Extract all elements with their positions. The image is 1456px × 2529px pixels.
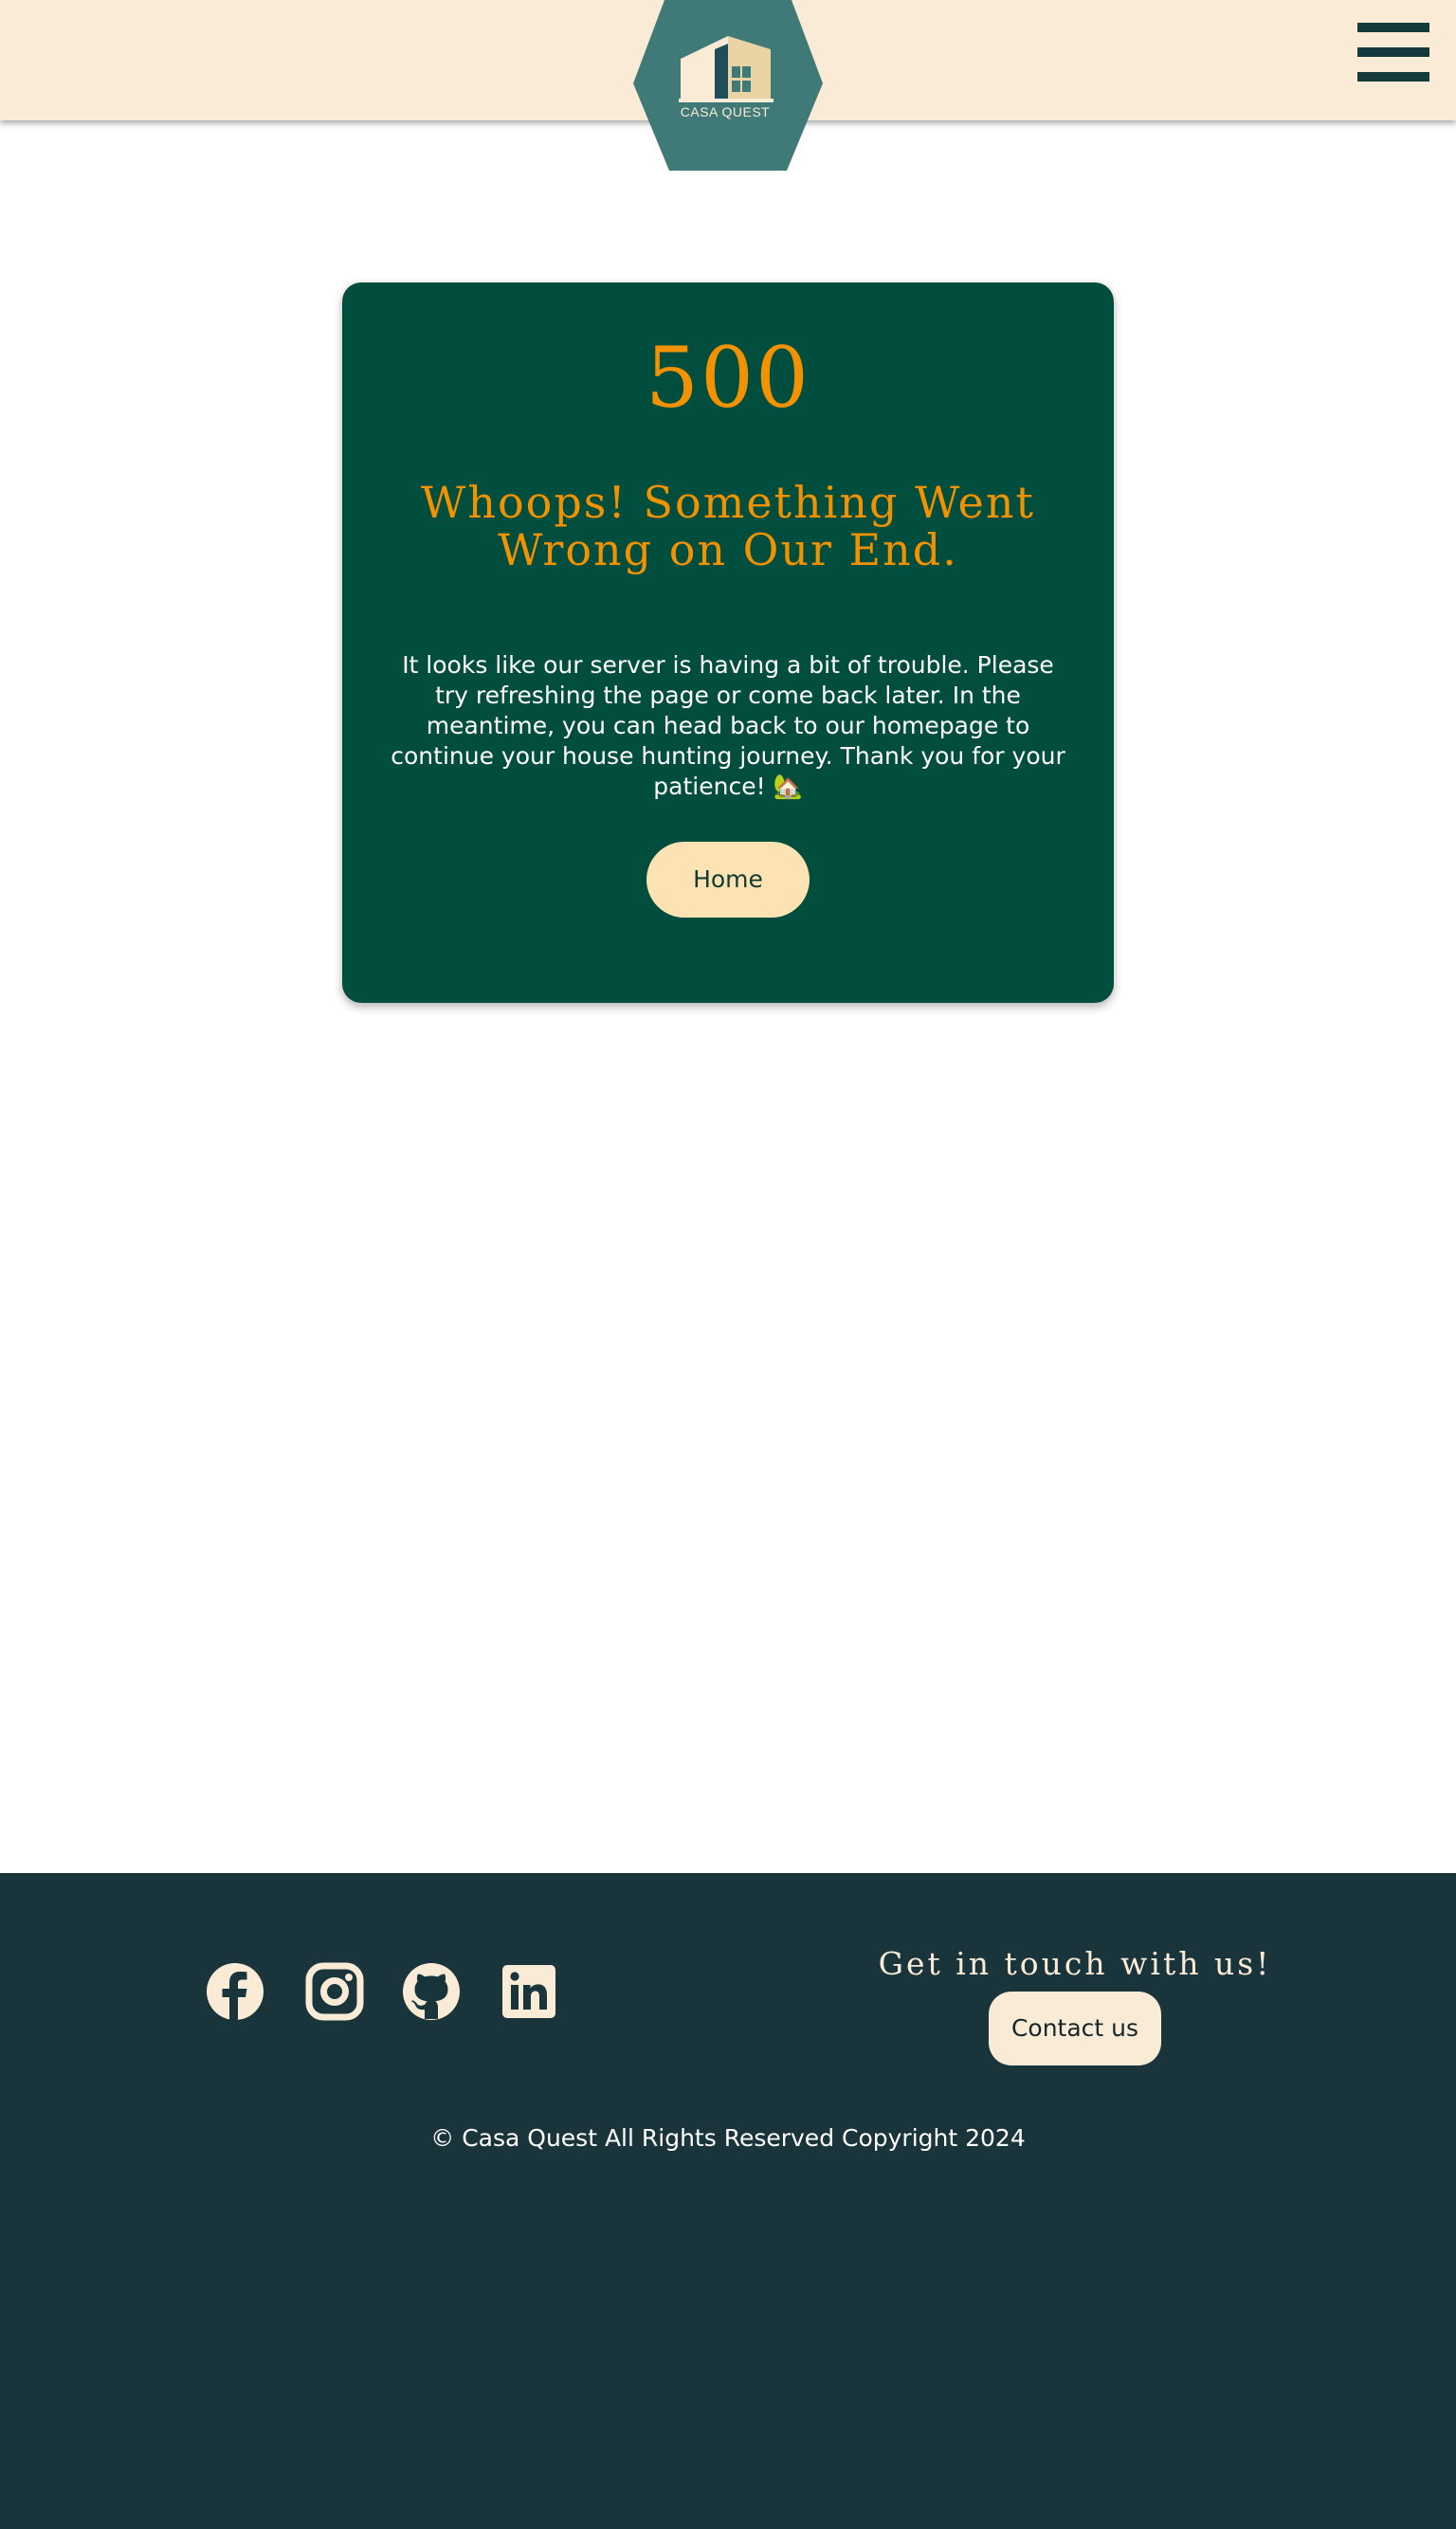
site-footer: Get in touch with us! Contact us © Casa … xyxy=(0,1873,1456,2529)
error-code: 500 xyxy=(646,329,810,427)
menu-bar xyxy=(1357,72,1429,82)
contact-us-button[interactable]: Contact us xyxy=(989,1992,1161,2065)
copyright-text: © Casa Quest All Rights Reserved Copyrig… xyxy=(430,2124,1026,2152)
get-in-touch-heading: Get in touch with us! xyxy=(878,1945,1272,1982)
logo-text: CASA QUEST xyxy=(681,104,770,119)
error-title: Whoops! Something Went Wrong on Our End. xyxy=(421,477,1035,575)
menu-bar xyxy=(1357,23,1429,32)
facebook-icon[interactable] xyxy=(206,1962,264,2021)
hamburger-menu-button[interactable] xyxy=(1357,23,1429,82)
home-button[interactable]: Home xyxy=(646,842,810,918)
logo-hexagon-icon: CASA QUEST xyxy=(633,0,823,171)
casa-quest-logo[interactable]: CASA QUEST xyxy=(633,0,823,171)
linkedin-icon[interactable] xyxy=(500,1962,558,2021)
github-icon[interactable] xyxy=(402,1962,461,2021)
error-message: It looks like our server is having a bit… xyxy=(391,651,1065,800)
error-card: 500 Whoops! Something Went Wrong on Our … xyxy=(342,282,1114,1003)
instagram-icon[interactable] xyxy=(305,1962,364,2021)
menu-bar xyxy=(1357,47,1429,57)
